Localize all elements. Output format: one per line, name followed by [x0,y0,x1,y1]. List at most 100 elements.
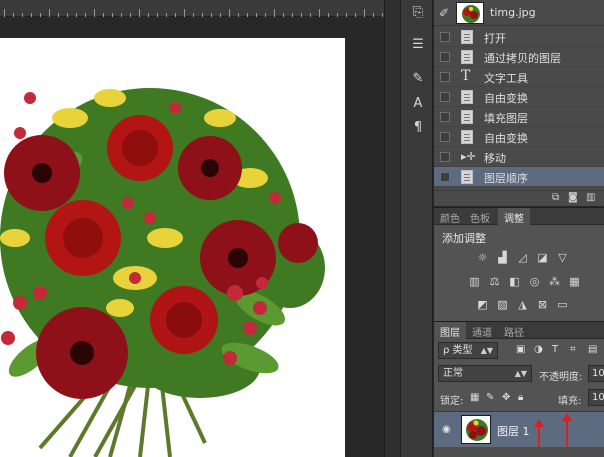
fill-label: 填充: [558,396,582,407]
filter-adjust-icon[interactable]: ◑ [534,344,543,355]
flower-bouquet-image [0,88,325,457]
delete-icon[interactable]: ▥ [586,192,595,203]
posterize-icon[interactable]: ▨ [496,298,509,311]
document-window [0,17,398,457]
selective-color-icon[interactable]: ⊠ [536,298,549,311]
history-snapshot[interactable]: ✐ timg.jpg [434,0,604,26]
opacity-input[interactable]: 100 [588,365,604,382]
lock-transparent-icon[interactable]: ▦ [470,392,479,403]
gradient-triangle-icon[interactable]: ▽ [556,251,569,264]
filter-smart-icon[interactable]: ▤ [588,344,597,355]
history-checkbox[interactable] [440,52,450,62]
fill-value: 100 [592,392,604,403]
document-icon [461,110,473,124]
snapshot-thumbnail [456,2,484,24]
layer-row[interactable] [434,447,604,457]
channel-mixer-icon[interactable]: ⁂ [548,275,561,288]
history-item-label: 图层顺序 [484,172,528,185]
history-item-label: 文字工具 [484,72,528,85]
history-checkbox[interactable] [440,72,450,82]
threshold-icon[interactable]: ◮ [516,298,529,311]
history-item[interactable]: 图层顺序 [434,167,604,187]
ruler-tick [319,9,320,17]
history-item[interactable]: T 文字工具 [434,67,604,87]
gradient-map-icon[interactable]: ▭ [556,298,569,311]
history-footer: ⧉ ◙ ▥ [434,190,604,206]
snapshot-camera-icon[interactable]: ◙ [568,192,578,203]
properties-panel-icon[interactable]: ☰ [407,36,429,54]
chevron-down-icon: ▲▼ [480,346,493,355]
tab-color[interactable]: 颜色 [440,210,460,225]
history-item-label: 通过拷贝的图层 [484,52,561,65]
fill-input[interactable]: 100 [588,389,604,406]
history-item[interactable]: 填充图层 [434,107,604,127]
new-document-icon[interactable]: ⧉ [552,192,559,203]
document-canvas[interactable] [0,38,345,457]
tab-adjustments[interactable]: 调整 [498,208,530,225]
filter-shape-icon[interactable]: ⌗ [570,344,576,355]
layer-filter-select[interactable]: ρ 类型 ▲▼ [438,342,498,359]
filter-type-icon[interactable]: T [552,344,558,355]
lock-all-icon[interactable]: 🔒︎ [518,392,523,403]
history-item[interactable]: 通过拷贝的图层 [434,47,604,67]
photo-filter-icon[interactable]: ◎ [528,275,541,288]
history-panel-icon[interactable]: ⎘ [407,4,429,22]
vibrance-icon[interactable]: ▥ [468,275,481,288]
move-icon: ▸✛ [461,150,476,163]
history-item-label: 打开 [484,32,506,45]
history-item[interactable]: ▸✛ 移动 [434,147,604,167]
black-white-icon[interactable]: ◧ [508,275,521,288]
ruler-tick [4,9,5,17]
history-checkbox[interactable] [440,132,450,142]
brush-panel-icon[interactable]: ✎ [407,70,429,88]
lock-paint-icon[interactable]: ✎ [486,392,494,403]
history-checkbox[interactable] [440,152,450,162]
text-icon: T [461,68,471,84]
history-item[interactable]: 自由变换 [434,87,604,107]
history-item[interactable]: 自由变换 [434,127,604,147]
ruler-tick [274,9,275,17]
vertical-scrollbar[interactable] [384,0,400,457]
ruler-tick [49,9,50,17]
invert-icon[interactable]: ◩ [476,298,489,311]
add-adjustment-title: 添加调整 [442,232,486,245]
ruler-tick [139,9,140,17]
layers-panel: 图层 通道 路径 ρ 类型 ▲▼ ▣ ◑ T ⌗ ▤ 正常 ▲▼ 不透明度: 1… [434,321,604,457]
tab-channels[interactable]: 通道 [472,324,492,339]
layer-name: 图层 1 [497,425,530,438]
red-arrow-annotation [534,419,544,448]
opacity-label: 不透明度: [539,372,583,383]
history-item[interactable]: 打开 [434,27,604,47]
document-icon [461,130,473,144]
character-panel-icon[interactable]: A [407,95,429,113]
scale-icon[interactable]: ⚖ [488,275,501,288]
history-checkbox[interactable] [440,32,450,42]
brightness-icon[interactable]: ☼ [476,251,489,264]
layers-tabs: 图层 通道 路径 [434,322,604,339]
ruler-tick [94,9,95,17]
history-brush-icon[interactable]: ✐ [439,6,449,20]
history-checkbox[interactable] [440,92,450,102]
layer-row[interactable]: ◉ 图层 1 [434,411,604,448]
document-icon [461,170,473,184]
lock-move-icon[interactable]: ✥ [502,392,510,403]
history-item-label: 移动 [484,152,506,165]
blend-mode-select[interactable]: 正常 ▲▼ [438,365,532,382]
chevron-down-icon: ▲▼ [514,369,527,378]
red-arrow-annotation [562,413,572,448]
document-icon [461,50,473,64]
visibility-eye-icon[interactable]: ◉ [442,424,451,435]
panel-icon-strip: ⎘ ☰ ✎ A ¶ [400,0,433,457]
color-lookup-icon[interactable]: ▦ [568,275,581,288]
levels-icon[interactable]: ▟ [496,251,509,264]
history-checkbox[interactable] [440,172,450,182]
tab-swatches[interactable]: 色板 [470,210,490,225]
filter-pixel-icon[interactable]: ▣ [516,344,525,355]
history-item-label: 填充图层 [484,112,528,125]
tab-layers[interactable]: 图层 [434,322,466,339]
tab-paths[interactable]: 路径 [504,324,524,339]
history-checkbox[interactable] [440,112,450,122]
curves-icon[interactable]: ◿ [516,251,529,264]
paragraph-panel-icon[interactable]: ¶ [407,119,429,137]
exposure-icon[interactable]: ◪ [536,251,549,264]
